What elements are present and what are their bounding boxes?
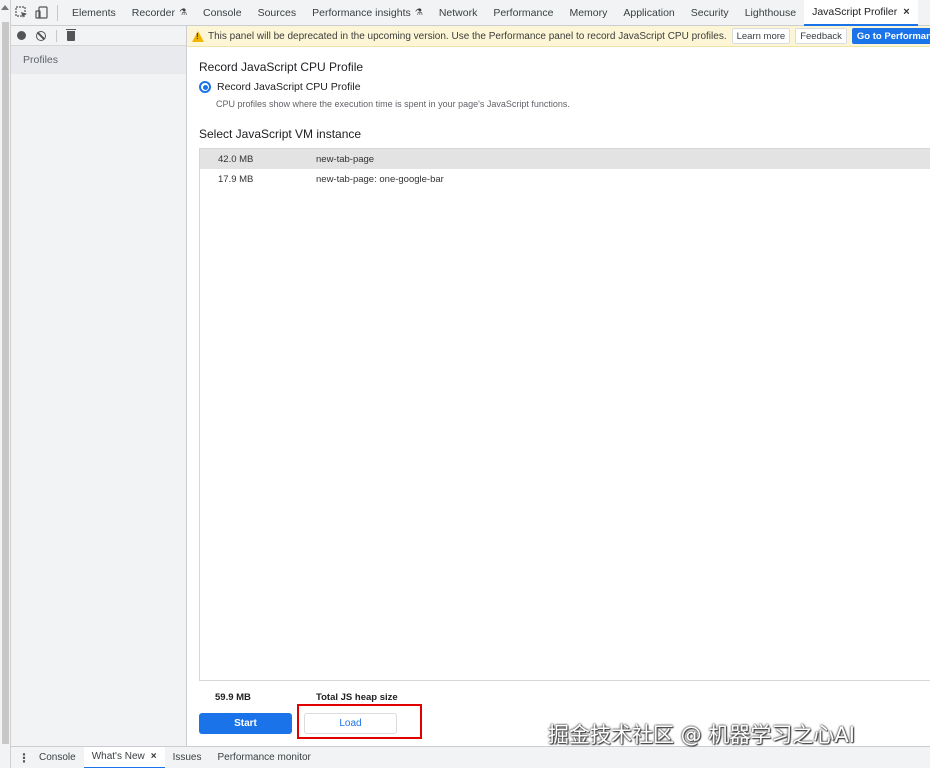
banner-message: This panel will be deprecated in the upc… xyxy=(208,30,727,42)
devtools-window: Elements Recorder ⚗ Console Sources Performan… xyxy=(0,0,930,768)
learn-more-button[interactable]: Learn more xyxy=(731,28,791,44)
tab-elements[interactable]: Elements xyxy=(64,0,124,26)
vm-heap-size: 17.9 MB xyxy=(218,173,254,185)
scrollbar-thumb[interactable] xyxy=(2,22,9,744)
start-button[interactable]: Start xyxy=(199,713,292,734)
drawer-tab-console[interactable]: Console xyxy=(31,747,84,768)
tab-label: Elements xyxy=(72,6,116,19)
total-heap-size-value: 59.9 MB xyxy=(215,692,251,703)
drawer-tab-issues[interactable]: Issues xyxy=(165,747,210,768)
tab-network[interactable]: Network xyxy=(431,0,486,26)
vm-heap-size: 42.0 MB xyxy=(218,153,254,165)
scroll-up-arrow-icon[interactable] xyxy=(1,5,9,10)
tab-label: Console xyxy=(203,6,242,19)
inspect-element-icon[interactable] xyxy=(11,0,31,26)
drawer-tab-label: What's New xyxy=(91,751,145,762)
option-label: Record JavaScript CPU Profile xyxy=(217,81,361,93)
vm-instance-list[interactable]: 42.0 MB new-tab-page 17.9 MB new-tab-page: … xyxy=(199,148,930,681)
sidebar-item-profiles[interactable]: Profiles xyxy=(11,46,186,74)
tab-label: Performance xyxy=(493,6,554,19)
tab-label: Security xyxy=(690,6,729,19)
delete-icon[interactable] xyxy=(66,28,76,41)
vm-section-title: Select JavaScript VM instance xyxy=(199,127,362,141)
vm-instance-row[interactable]: 17.9 MB new-tab-page: one-google-bar xyxy=(200,169,930,189)
record-icon[interactable] xyxy=(17,31,26,40)
tab-label: Sources xyxy=(257,6,297,19)
device-toolbar-icon[interactable] xyxy=(31,0,51,26)
devtools-tab-bar: Elements Recorder ⚗ Console Sources Performan… xyxy=(11,0,930,26)
flask-icon: ⚗ xyxy=(178,7,188,17)
tab-security[interactable]: Security xyxy=(683,0,737,26)
bottom-drawer-tabs: ⋮ Console What's New × Issues Performance mo… xyxy=(11,746,930,768)
drawer-tab-label: Performance monitor xyxy=(217,752,311,763)
tab-lighthouse[interactable]: Lighthouse xyxy=(737,0,804,26)
tab-label: Recorder xyxy=(131,6,175,19)
toolbar-divider xyxy=(56,29,57,42)
total-heap-size-label: Total JS heap size xyxy=(316,692,398,703)
left-scrollbar[interactable] xyxy=(0,0,11,768)
go-to-performance-panel-button[interactable]: Go to Performance Panel xyxy=(851,28,930,44)
radio-button-selected[interactable] xyxy=(199,81,211,93)
profiler-main-panel: This panel will be deprecated in the upc… xyxy=(187,26,930,746)
close-tab-icon[interactable]: × xyxy=(903,6,909,18)
tab-label: Application xyxy=(623,6,675,19)
tab-performance[interactable]: Performance xyxy=(485,0,561,26)
sidebar-item-label: Profiles xyxy=(23,54,59,66)
watermark-text: 掘金技术社区 @ 机器学习之心AI xyxy=(548,723,855,747)
panel-tabs: Elements Recorder ⚗ Console Sources Performan… xyxy=(64,0,918,26)
tab-javascript-profiler[interactable]: JavaScript Profiler × xyxy=(804,0,918,26)
drawer-tab-label: Issues xyxy=(172,752,202,763)
cpu-profile-option[interactable]: Record JavaScript CPU Profile xyxy=(199,81,930,93)
tab-recorder[interactable]: Recorder ⚗ xyxy=(124,0,195,26)
drawer-tab-list: Console What's New × Issues Performance moni… xyxy=(31,746,319,768)
tab-label: Network xyxy=(438,6,478,19)
feedback-button[interactable]: Feedback xyxy=(795,28,847,44)
tab-sources[interactable]: Sources xyxy=(250,0,305,26)
section-title: Record JavaScript CPU Profile xyxy=(199,60,364,74)
deprecation-banner: This panel will be deprecated in the upc… xyxy=(187,26,930,47)
more-options-icon[interactable]: ⋮ xyxy=(17,747,31,768)
vm-instance-row[interactable]: 42.0 MB new-tab-page xyxy=(200,149,930,169)
tab-application[interactable]: Application xyxy=(615,0,682,26)
tab-label: Lighthouse xyxy=(744,6,797,19)
drawer-tab-what-s-new[interactable]: What's New × xyxy=(83,746,165,768)
option-description: CPU profiles show where the execution ti… xyxy=(216,99,570,109)
close-tab-icon[interactable]: × xyxy=(151,751,157,762)
annotation-highlight-box xyxy=(297,704,422,739)
toolbar-divider xyxy=(57,4,58,21)
heap-summary: 59.9 MB Total JS heap size xyxy=(215,692,398,703)
tab-label: Performance insights xyxy=(312,6,411,19)
vm-instance-name: new-tab-page: one-google-bar xyxy=(316,173,444,185)
clear-icon[interactable] xyxy=(36,30,46,41)
drawer-tab-label: Console xyxy=(39,752,76,763)
flask-icon: ⚗ xyxy=(414,7,423,17)
sidebar-toolbar xyxy=(11,26,186,46)
tab-performance-insights[interactable]: Performance insights ⚗ xyxy=(304,0,431,26)
tab-label: JavaScript Profiler xyxy=(812,5,898,18)
tab-console[interactable]: Console xyxy=(195,0,250,26)
profile-type-section: Record JavaScript CPU Profile Record Jav… xyxy=(199,60,930,681)
tab-memory[interactable]: Memory xyxy=(561,0,615,26)
drawer-tab-performance-monitor[interactable]: Performance monitor xyxy=(210,747,319,768)
tab-label: Memory xyxy=(569,6,608,19)
warning-icon xyxy=(192,30,204,42)
vm-instance-name: new-tab-page xyxy=(316,153,375,165)
profiles-sidebar: Profiles xyxy=(11,26,187,746)
